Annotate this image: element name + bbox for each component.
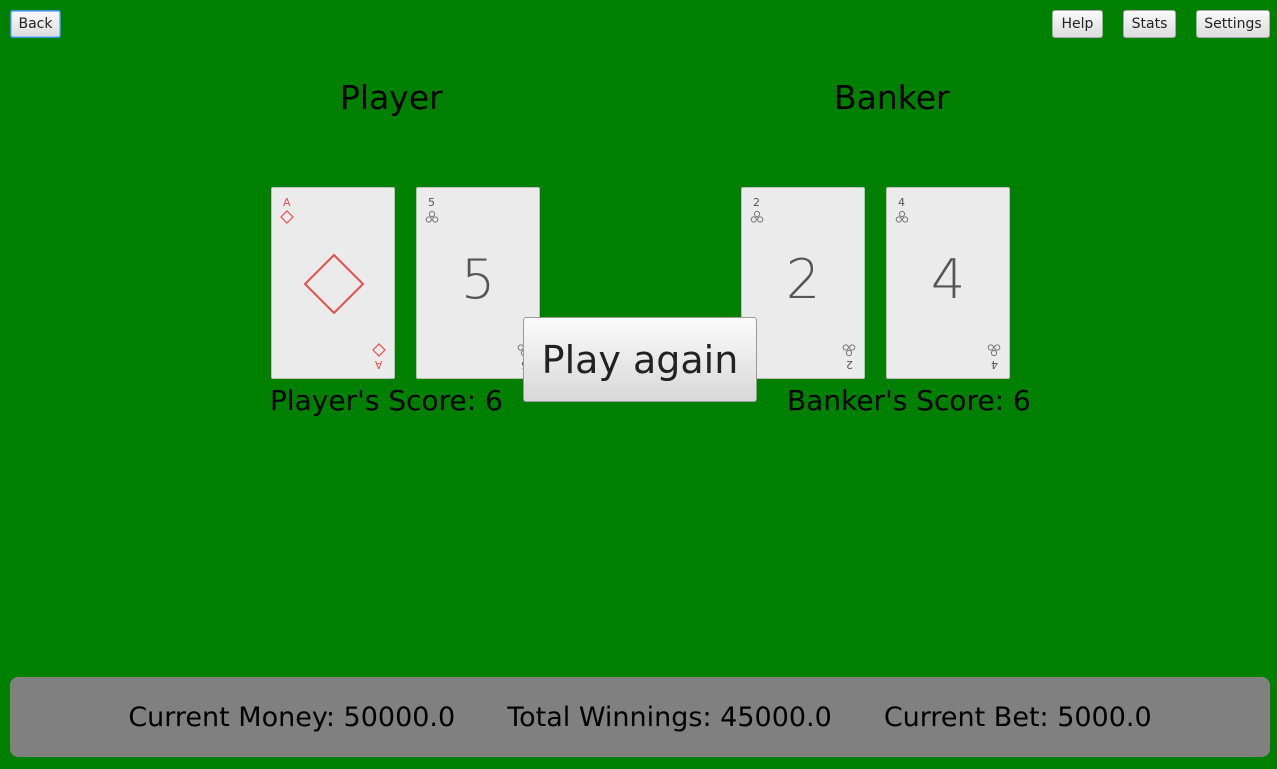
status-bar: Current Money: 50000.0 Total Winnings: 4…: [10, 677, 1270, 757]
card-rank: 4: [991, 358, 998, 371]
card-center-rank: 4: [930, 248, 966, 311]
player-card-2: 5 5 5: [416, 187, 540, 379]
total-winnings: Total Winnings: 45000.0: [507, 701, 832, 733]
club-icon: [842, 344, 856, 357]
card-center-rank: 5: [460, 248, 496, 311]
banker-title: Banker: [834, 78, 950, 117]
settings-button[interactable]: Settings: [1196, 10, 1270, 38]
player-score: Player's Score: 6: [270, 384, 503, 417]
current-money: Current Money: 50000.0: [128, 701, 456, 733]
club-icon: [750, 210, 764, 223]
player-title: Player: [340, 78, 443, 117]
play-again-button[interactable]: Play again: [523, 317, 757, 402]
club-icon: [895, 210, 909, 223]
diamond-icon: [303, 253, 365, 315]
stats-button[interactable]: Stats: [1123, 10, 1176, 38]
diamond-icon: [372, 343, 386, 357]
banker-card-2: 4 4 4: [886, 187, 1010, 379]
player-card-1: A A: [271, 187, 395, 379]
banker-card-1: 2 2 2: [741, 187, 865, 379]
card-rank: 2: [753, 196, 760, 209]
back-button[interactable]: Back: [10, 10, 61, 38]
banker-score: Banker's Score: 6: [787, 384, 1031, 417]
help-button[interactable]: Help: [1052, 10, 1103, 38]
card-rank: A: [375, 358, 383, 371]
card-rank: 4: [898, 196, 905, 209]
card-rank: 2: [846, 358, 853, 371]
card-rank: A: [283, 196, 291, 209]
card-center-rank: 2: [785, 248, 821, 311]
diamond-icon: [280, 210, 294, 224]
club-icon: [987, 344, 1001, 357]
card-rank: 5: [428, 196, 435, 209]
club-icon: [425, 210, 439, 223]
current-bet: Current Bet: 5000.0: [883, 701, 1152, 733]
